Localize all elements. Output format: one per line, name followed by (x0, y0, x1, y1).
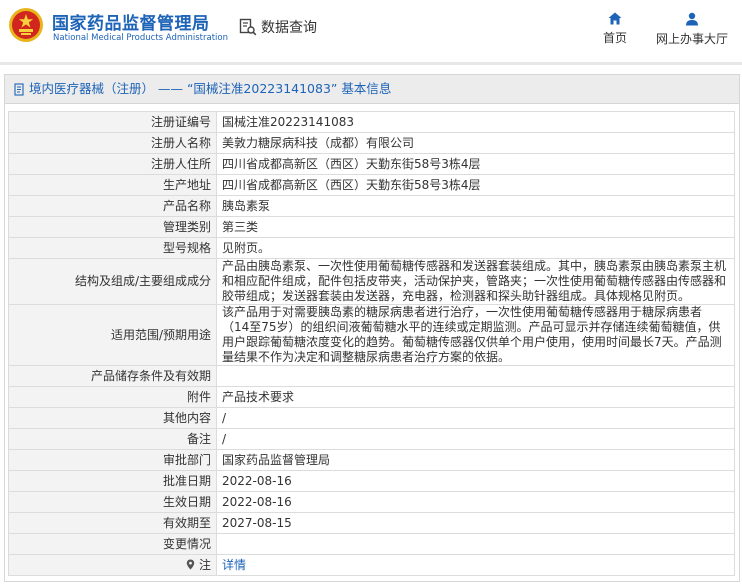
row-label: 注册人住所 (8, 153, 217, 175)
table-row: 有效期至 2027-08-15 (8, 512, 735, 534)
top-header: 国家药品监督管理局 National Medical Products Admi… (0, 0, 742, 62)
nav-home[interactable]: 首页 (601, 12, 629, 46)
row-value (216, 365, 735, 387)
row-label: 变更情况 (8, 533, 217, 555)
nav-home-label: 首页 (602, 31, 627, 45)
nav-online-label: 网上办事大厅 (655, 32, 728, 46)
row-label: 备注 (8, 428, 217, 450)
row-label: 生产地址 (8, 174, 217, 196)
table-row: 审批部门 国家药品监督管理局 (8, 449, 735, 471)
row-value: 2022-08-16 (216, 470, 735, 492)
row-label: 附件 (8, 386, 217, 408)
header-divider (0, 62, 742, 65)
table-row: 注册人住所 四川省成都高新区（西区）天勤东街58号3栋4层 (8, 153, 735, 175)
row-value: 2027-08-15 (216, 512, 735, 534)
breadcrumb-text: 境内医疗器械（注册） —— “国械注准20223141083” 基本信息 (29, 81, 392, 96)
table-row: 其他内容 / (8, 407, 735, 429)
row-label: 产品名称 (8, 195, 217, 217)
row-value: 四川省成都高新区（西区）天勤东街58号3栋4层 (216, 174, 735, 196)
table-row: 附件 产品技术要求 (8, 386, 735, 408)
table-row: 产品名称 胰岛素泵 (8, 195, 735, 217)
row-value: 见附页。 (216, 237, 735, 259)
table-row: 注册证编号 国械注准20223141083 (8, 111, 735, 133)
breadcrumb: 境内医疗器械（注册） —— “国械注准20223141083” 基本信息 (5, 75, 739, 104)
detail-panel: 境内医疗器械（注册） —— “国械注准20223141083” 基本信息 注册证… (4, 74, 740, 582)
table-row: 适用范围/预期用途 该产品用于对需要胰岛素的糖尿病患者进行治疗，一次性使用葡萄糖传… (8, 304, 735, 366)
row-label: 注册人名称 (8, 132, 217, 154)
table-row: 变更情况 (8, 533, 735, 555)
home-icon (608, 12, 622, 25)
note-value-cell: 详情 (216, 554, 735, 576)
row-value: / (216, 428, 735, 450)
site-title: 国家药品监督管理局 (52, 14, 210, 34)
detail-link[interactable]: 详情 (222, 558, 246, 572)
data-query-link[interactable]: 数据查询 (239, 17, 317, 37)
table-row-note: 注 详情 (8, 554, 735, 576)
national-emblem-icon (9, 8, 43, 42)
row-value: 该产品用于对需要胰岛素的糖尿病患者进行治疗，一次性使用葡萄糖传感器用于糖尿病患者… (216, 304, 735, 366)
table-row: 产品储存条件及有效期 (8, 365, 735, 387)
row-value: 产品由胰岛素泵、一次性使用葡萄糖传感器和发送器套装组成。其中，胰岛素泵由胰岛素泵… (216, 258, 735, 305)
user-icon (686, 12, 698, 26)
table-row: 型号规格 见附页。 (8, 237, 735, 259)
row-value: 四川省成都高新区（西区）天勤东街58号3栋4层 (216, 153, 735, 175)
location-pin-icon (186, 559, 195, 569)
row-value: 胰岛素泵 (216, 195, 735, 217)
info-table: 注册证编号 国械注准20223141083 注册人名称 美敦力糖尿病科技（成都）有限… (8, 111, 735, 576)
row-label: 其他内容 (8, 407, 217, 429)
row-label: 注册证编号 (8, 111, 217, 133)
document-icon (14, 82, 24, 96)
table-row: 注册人名称 美敦力糖尿病科技（成都）有限公司 (8, 132, 735, 154)
note-label-cell: 注 (8, 554, 217, 576)
site-subtitle: National Medical Products Administration (53, 33, 228, 43)
table-row: 生效日期 2022-08-16 (8, 491, 735, 513)
row-label: 审批部门 (8, 449, 217, 471)
row-value: / (216, 407, 735, 429)
row-label: 结构及组成/主要组成成分 (8, 258, 217, 305)
note-label: 注 (198, 557, 211, 572)
row-value: 国家药品监督管理局 (216, 449, 735, 471)
row-label: 批准日期 (8, 470, 217, 492)
row-label: 产品储存条件及有效期 (8, 365, 217, 387)
row-value: 2022-08-16 (216, 491, 735, 513)
row-label: 管理类别 (8, 216, 217, 238)
table-row: 备注 / (8, 428, 735, 450)
table-row: 结构及组成/主要组成成分 产品由胰岛素泵、一次性使用葡萄糖传感器和发送器套装组成。… (8, 258, 735, 305)
row-label: 适用范围/预期用途 (8, 304, 217, 366)
document-search-icon (239, 18, 257, 36)
table-row: 生产地址 四川省成都高新区（西区）天勤东街58号3栋4层 (8, 174, 735, 196)
row-label: 型号规格 (8, 237, 217, 259)
nav-online-service[interactable]: 网上办事大厅 (654, 12, 730, 47)
row-value (216, 533, 735, 555)
row-value: 第三类 (216, 216, 735, 238)
row-value: 美敦力糖尿病科技（成都）有限公司 (216, 132, 735, 154)
row-value: 产品技术要求 (216, 386, 735, 408)
table-row: 批准日期 2022-08-16 (8, 470, 735, 492)
row-value: 国械注准20223141083 (216, 111, 735, 133)
row-label: 有效期至 (8, 512, 217, 534)
row-label: 生效日期 (8, 491, 217, 513)
data-query-label: 数据查询 (261, 20, 317, 36)
table-row: 管理类别 第三类 (8, 216, 735, 238)
